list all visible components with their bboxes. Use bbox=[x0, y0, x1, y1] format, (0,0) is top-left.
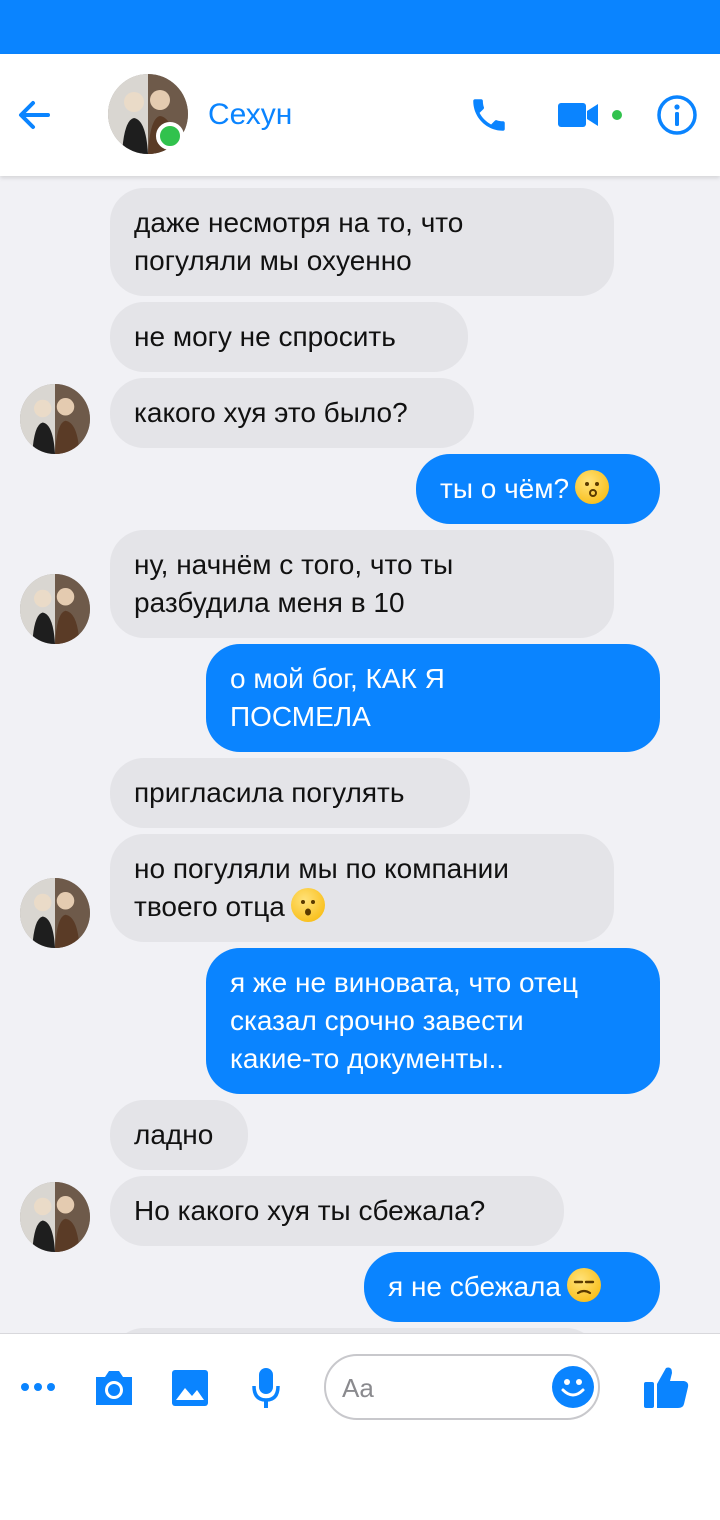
message-line: не могу не спросить bbox=[134, 321, 396, 352]
sender-avatar[interactable] bbox=[20, 574, 90, 644]
message-input[interactable] bbox=[340, 1368, 544, 1408]
incoming-message[interactable]: ладно bbox=[110, 1100, 248, 1170]
message-line: погуляли мы охуенно bbox=[134, 245, 412, 276]
message-line: но погуляли мы по компании bbox=[134, 853, 509, 884]
incoming-message[interactable]: но погуляли мы по компании твоего отца bbox=[110, 834, 614, 942]
image-icon bbox=[172, 1370, 208, 1406]
video-camera-icon bbox=[558, 103, 598, 127]
message-line: даже несмотря на то, что bbox=[134, 207, 464, 238]
incoming-message[interactable]: Но какого хуя ты сбежала? bbox=[110, 1176, 564, 1246]
outgoing-message[interactable]: о мой бог, КАК Я ПОСМЕЛА bbox=[206, 644, 660, 752]
message-line: твоего отца bbox=[134, 891, 285, 922]
smiley-icon bbox=[561, 1379, 585, 1397]
message-line: сказал срочно завести bbox=[230, 1005, 524, 1036]
contact-name[interactable]: Сехун bbox=[208, 98, 292, 132]
incoming-message[interactable]: какого хуя это было? bbox=[110, 378, 474, 448]
bottom-blank-area bbox=[0, 1443, 720, 1520]
emoji-button[interactable] bbox=[552, 1366, 594, 1408]
chat-header: Сехун bbox=[0, 54, 720, 176]
camera-button[interactable] bbox=[92, 1368, 136, 1408]
voice-message-button[interactable] bbox=[250, 1366, 282, 1410]
incoming-message[interactable]: даже несмотря на то, что погуляли мы оху… bbox=[110, 188, 614, 296]
message-line: о мой бог, КАК Я bbox=[230, 663, 445, 694]
message-line: пригласила погулять bbox=[134, 777, 405, 808]
audio-call-button[interactable] bbox=[468, 94, 510, 136]
kissing-face-icon bbox=[575, 470, 610, 504]
like-button[interactable] bbox=[642, 1364, 690, 1410]
conversation-info-button[interactable] bbox=[656, 94, 698, 136]
message-line: какие-то документы.. bbox=[230, 1043, 505, 1074]
sender-avatar[interactable] bbox=[20, 384, 90, 454]
sender-avatar[interactable] bbox=[20, 878, 90, 948]
info-icon bbox=[657, 95, 697, 135]
outgoing-message[interactable]: я же не виновата, что отец сказал срочно… bbox=[206, 948, 660, 1094]
message-line: какого хуя это было? bbox=[134, 397, 408, 428]
camera-icon bbox=[96, 1371, 132, 1405]
message-line: ты о чём? bbox=[440, 473, 570, 504]
video-active-dot bbox=[612, 110, 622, 120]
phone-icon bbox=[473, 99, 505, 131]
message-line: ладно bbox=[134, 1119, 214, 1150]
incoming-message[interactable]: ну, начнём с того, что ты разбудила меня… bbox=[110, 530, 614, 638]
message-list[interactable]: даже несмотря на то, что погуляли мы оху… bbox=[0, 176, 720, 1333]
message-line: ПОСМЕЛА bbox=[230, 701, 371, 732]
message-line: ну, начнём с того, что ты bbox=[134, 549, 454, 580]
online-indicator bbox=[156, 122, 184, 150]
composer-bar bbox=[0, 1333, 720, 1444]
message-line: я же не виновата, что отец bbox=[230, 967, 579, 998]
more-actions-button[interactable] bbox=[20, 1372, 56, 1402]
unamused-face-icon bbox=[566, 1268, 601, 1302]
message-line: Но какого хуя ты сбежала? bbox=[134, 1195, 486, 1226]
video-call-button[interactable] bbox=[556, 98, 600, 132]
thumbs-up-icon bbox=[644, 1367, 689, 1408]
microphone-icon bbox=[252, 1368, 280, 1408]
message-line: я не сбежала bbox=[388, 1271, 561, 1302]
more-dots-icon bbox=[21, 1383, 55, 1391]
incoming-message[interactable]: пригласила погулять bbox=[110, 758, 470, 828]
outgoing-message[interactable]: я не сбежала bbox=[364, 1252, 660, 1322]
status-bar bbox=[0, 0, 720, 54]
hushed-face-icon bbox=[290, 888, 325, 922]
incoming-message[interactable]: не могу не спросить bbox=[110, 302, 468, 372]
gallery-button[interactable] bbox=[170, 1368, 210, 1408]
sender-avatar[interactable] bbox=[20, 1182, 90, 1252]
outgoing-message[interactable]: ты о чём? bbox=[416, 454, 660, 524]
arrow-left-icon bbox=[19, 101, 50, 129]
message-line: разбудила меня в 10 bbox=[134, 587, 405, 618]
message-input-container[interactable] bbox=[324, 1354, 600, 1420]
back-button[interactable] bbox=[14, 94, 56, 136]
